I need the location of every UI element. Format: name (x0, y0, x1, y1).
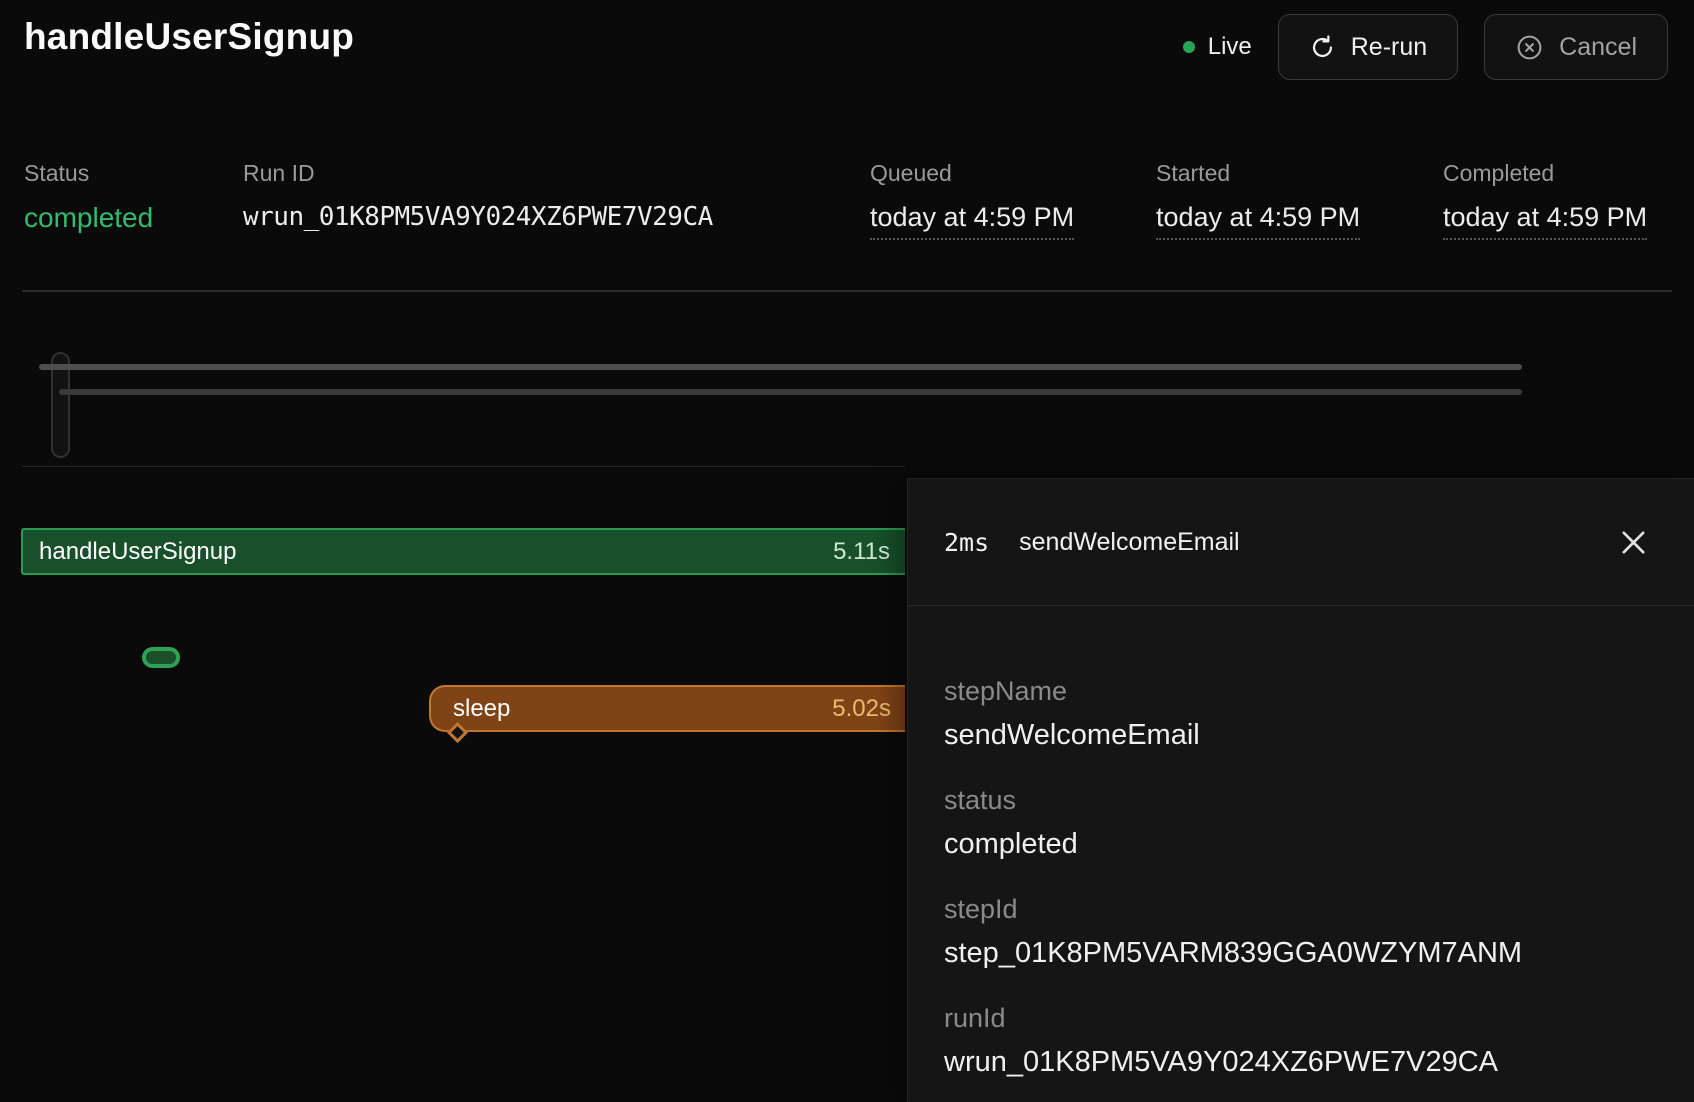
meta-completed: Completed today at 4:59 PM (1443, 160, 1647, 240)
field-label: stepId (944, 894, 1658, 925)
run-id-value: wrun_01K8PM5VA9Y024XZ6PWE7V29CA (243, 202, 713, 232)
status-value: completed (24, 202, 153, 234)
field-value: step_01K8PM5VARM839GGA0WZYM7ANM (944, 937, 1658, 970)
queued-value[interactable]: today at 4:59 PM (870, 202, 1074, 240)
rerun-label: Re-run (1351, 33, 1427, 62)
field-value: sendWelcomeEmail (944, 719, 1658, 752)
field-step-name: stepName sendWelcomeEmail (944, 676, 1658, 752)
cancel-button[interactable]: Cancel (1484, 14, 1668, 80)
step-detail-header: 2ms sendWelcomeEmail (908, 479, 1694, 606)
completed-label: Completed (1443, 160, 1647, 187)
cancel-label: Cancel (1559, 33, 1637, 62)
field-status: status completed (944, 785, 1658, 861)
live-indicator: Live (1183, 33, 1252, 61)
field-label: runId (944, 1003, 1658, 1034)
queued-label: Queued (870, 160, 1074, 187)
step-detail-body: stepName sendWelcomeEmail status complet… (908, 606, 1694, 1079)
trace-span-root[interactable]: handleUserSignup 5.11s (21, 528, 905, 575)
step-detail-panel: 2ms sendWelcomeEmail stepName sendWelcom… (907, 478, 1694, 1102)
field-run-id: runId wrun_01K8PM5VA9Y024XZ6PWE7V29CA (944, 1003, 1658, 1079)
trace-span-sleep-label: sleep (453, 695, 510, 723)
meta-status: Status completed (24, 160, 153, 234)
minimap-span-sleep (59, 389, 1522, 395)
circle-x-icon (1515, 33, 1544, 62)
close-panel-button[interactable] (1610, 519, 1656, 565)
started-value[interactable]: today at 4:59 PM (1156, 202, 1360, 240)
step-marker-pill-icon[interactable] (142, 647, 180, 668)
trace-span-sleep-duration: 5.02s (832, 695, 891, 723)
live-label: Live (1208, 33, 1252, 61)
status-label: Status (24, 160, 153, 187)
gantt-top-border (22, 466, 905, 467)
step-duration-badge: 2ms (944, 528, 989, 557)
meta-started: Started today at 4:59 PM (1156, 160, 1360, 240)
live-dot-icon (1183, 41, 1195, 53)
started-label: Started (1156, 160, 1360, 187)
section-divider (22, 290, 1672, 292)
refresh-icon (1309, 34, 1336, 61)
page-title: handleUserSignup (24, 16, 354, 58)
minimap-span-root (39, 364, 1522, 370)
field-label: stepName (944, 676, 1658, 707)
step-detail-title: sendWelcomeEmail (1019, 528, 1239, 557)
meta-run-id: Run ID wrun_01K8PM5VA9Y024XZ6PWE7V29CA (243, 160, 713, 232)
meta-queued: Queued today at 4:59 PM (870, 160, 1074, 240)
run-id-label: Run ID (243, 160, 713, 187)
field-value: wrun_01K8PM5VA9Y024XZ6PWE7V29CA (944, 1046, 1658, 1079)
header-actions: Live Re-run Cancel (1183, 14, 1668, 80)
completed-value[interactable]: today at 4:59 PM (1443, 202, 1647, 240)
trace-span-sleep[interactable]: sleep 5.02s (429, 685, 905, 732)
trace-span-root-duration: 5.11s (833, 538, 890, 566)
trace-span-root-label: handleUserSignup (39, 538, 236, 566)
field-step-id: stepId step_01K8PM5VARM839GGA0WZYM7ANM (944, 894, 1658, 970)
field-label: status (944, 785, 1658, 816)
field-value: completed (944, 828, 1658, 861)
rerun-button[interactable]: Re-run (1278, 14, 1458, 80)
